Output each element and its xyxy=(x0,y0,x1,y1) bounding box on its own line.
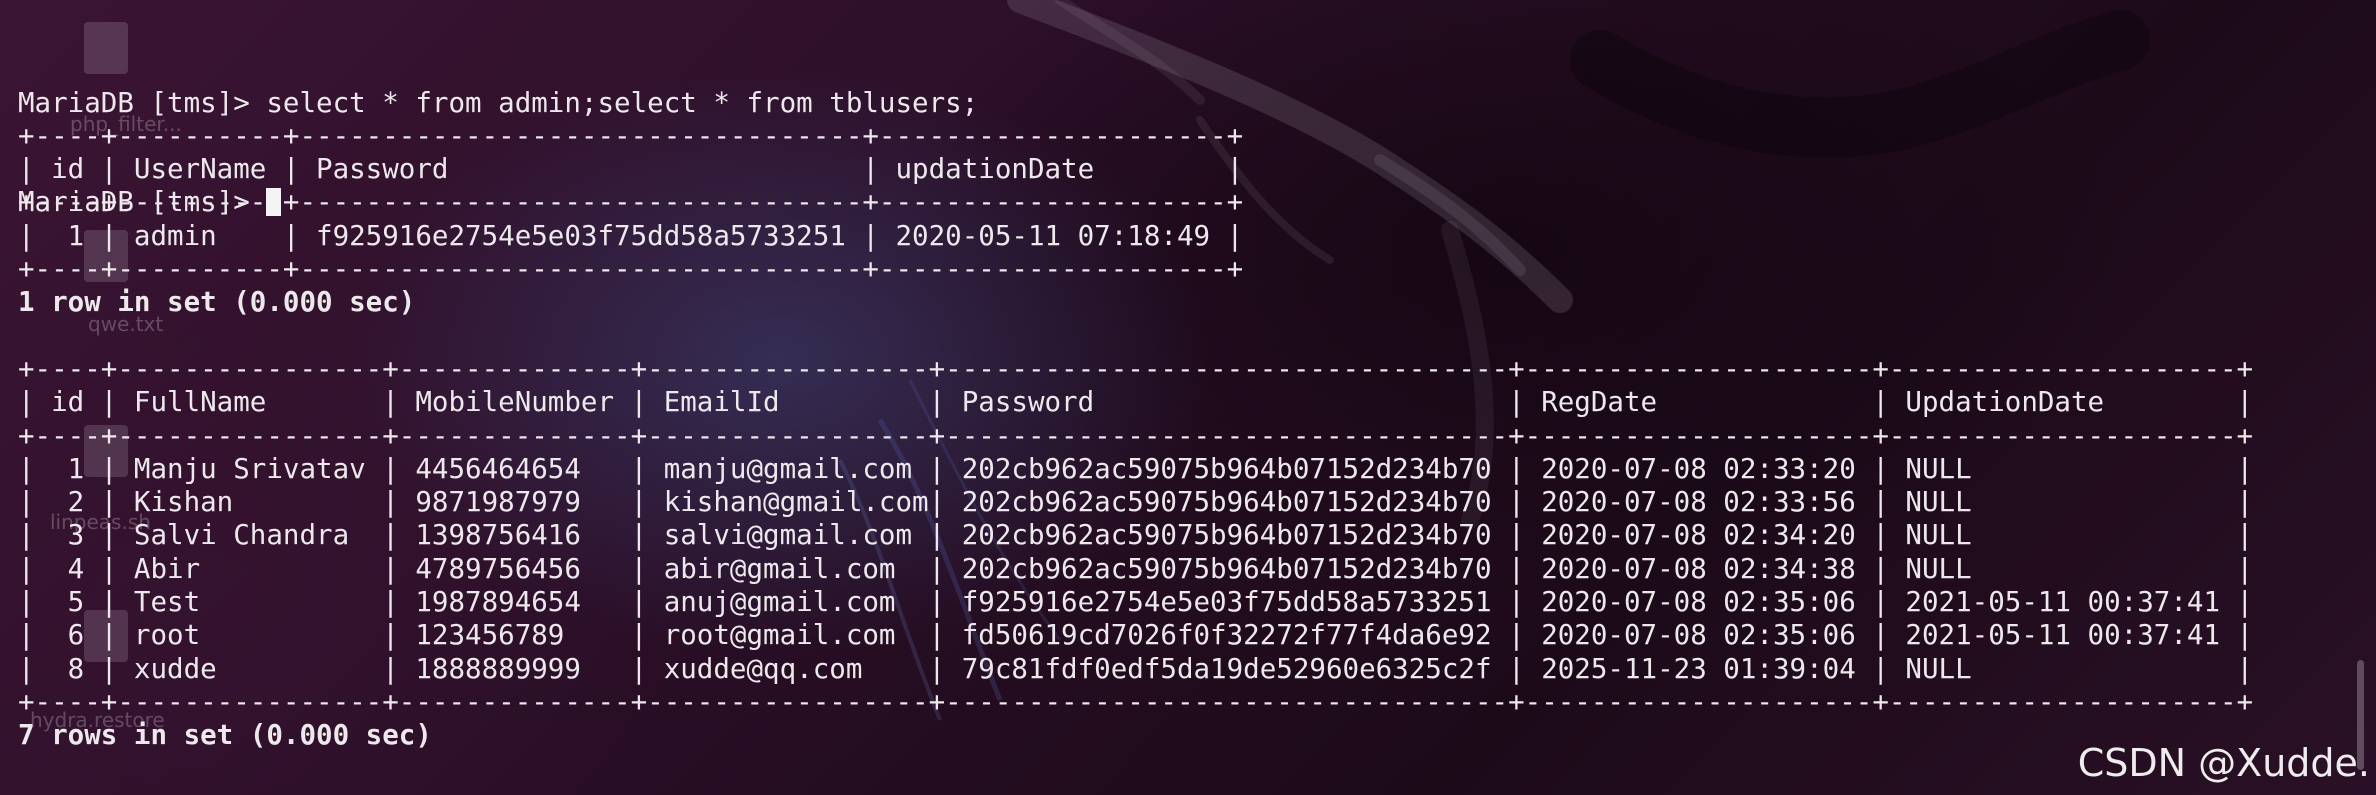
terminal-line: 7 rows in set (0.000 sec) xyxy=(18,719,432,752)
terminal-line: +----+----------+-----------------------… xyxy=(18,253,1244,286)
terminal-window[interactable]: php_filter... qwe.txt linpeas.sh hydra.r… xyxy=(0,0,2376,795)
terminal-line: | 3 | Salvi Chandra | 1398756416 | salvi… xyxy=(18,519,2254,552)
terminal-line: | 2 | Kishan | 9871987979 | kishan@gmail… xyxy=(18,486,2254,519)
terminal-line: | id | UserName | Password | updationDat… xyxy=(18,153,1244,186)
terminal-line: | 8 | xudde | 1888889999 | xudde@qq.com … xyxy=(18,652,2254,685)
text-cursor xyxy=(266,188,282,217)
terminal-prompt: MariaDB [tms]> xyxy=(18,186,267,219)
terminal-line: | 6 | root | 123456789 | root@gmail.com … xyxy=(18,619,2254,652)
terminal-line: +----+----------------+--------------+--… xyxy=(18,685,2254,718)
terminal-line: +----+----------------+--------------+--… xyxy=(18,352,2254,385)
terminal-line: | 1 | admin | f925916e2754e5e03f75dd58a5… xyxy=(18,219,1244,252)
terminal-line: | 4 | Abir | 4789756456 | abir@gmail.com… xyxy=(18,552,2254,585)
terminal-line: | id | FullName | MobileNumber | EmailId… xyxy=(18,386,2254,419)
terminal-line: +----+----------------+--------------+--… xyxy=(18,419,2254,452)
terminal-line: +----+----------+-----------------------… xyxy=(18,119,1244,152)
terminal-line: | 1 | Manju Srivatav | 4456464654 | manj… xyxy=(18,452,2254,485)
terminal-line: 1 row in set (0.000 sec) xyxy=(18,286,416,319)
terminal-line: | 5 | Test | 1987894654 | anuj@gmail.com… xyxy=(18,586,2254,619)
terminal-line: MariaDB [tms]> select * from admin;selec… xyxy=(18,86,979,119)
scrollbar[interactable] xyxy=(2354,0,2368,795)
csdn-watermark: CSDN @Xudde. xyxy=(2077,741,2370,785)
terminal-output: MariaDB [tms]> select * from admin;selec… xyxy=(18,20,2253,752)
